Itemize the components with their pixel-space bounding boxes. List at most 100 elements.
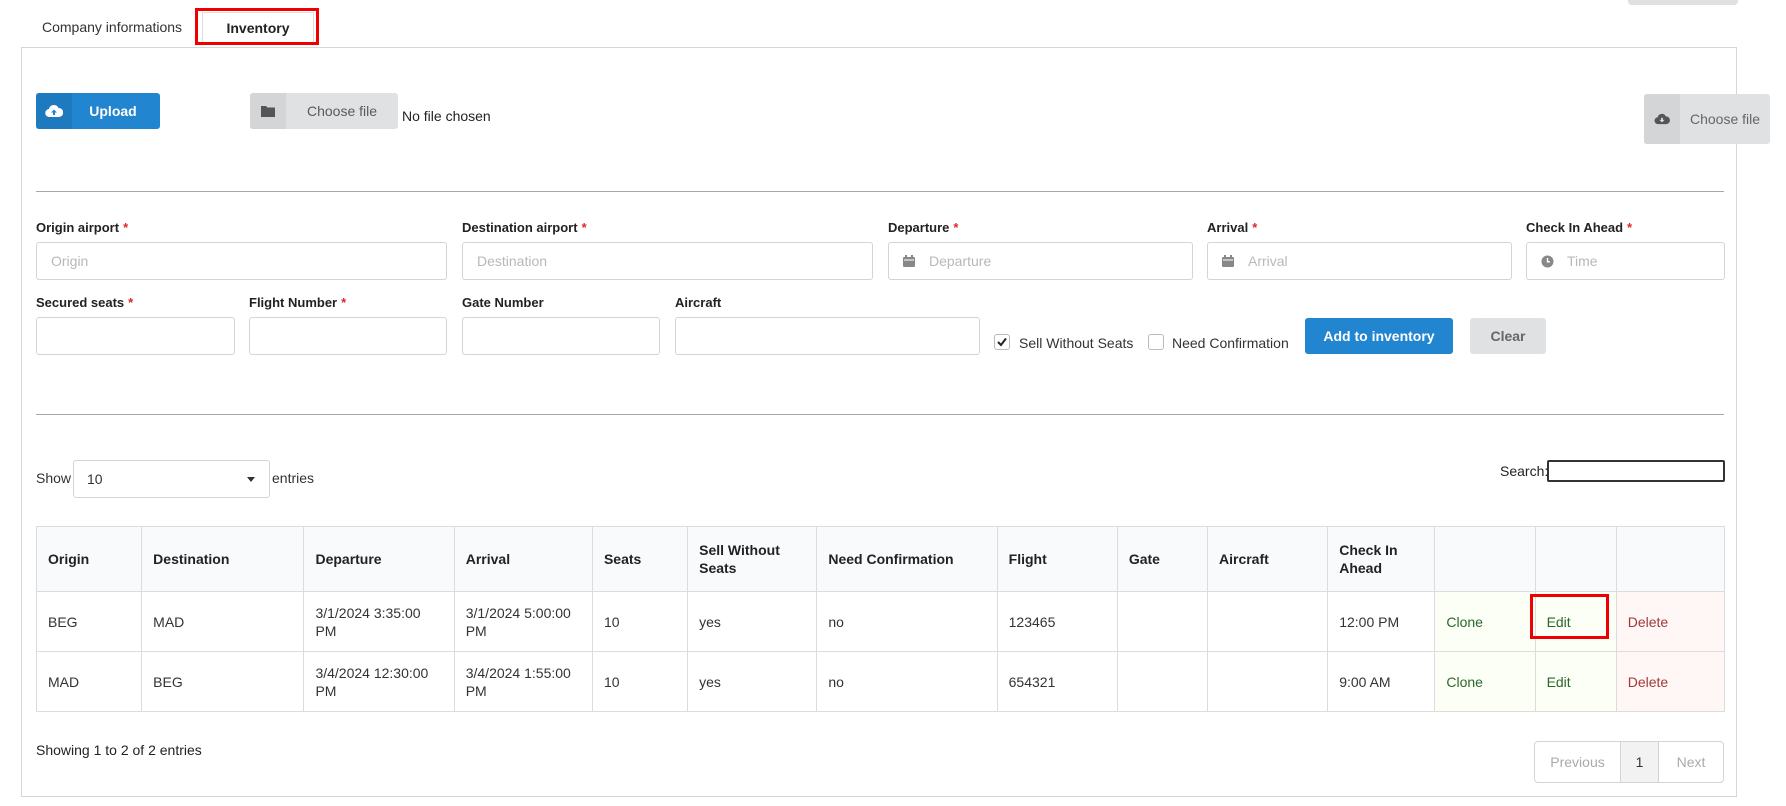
table-header-row: Origin Destination Departure Arrival Sea…: [35, 526, 1726, 592]
upload-button[interactable]: Upload: [36, 93, 160, 129]
cell-sell-without-seats: yes: [687, 651, 818, 712]
cell-origin: MAD: [35, 651, 143, 712]
tab-inventory[interactable]: Inventory: [202, 12, 314, 42]
entries-select-value: 10: [87, 471, 103, 487]
cell-sell-without-seats: yes: [687, 591, 818, 652]
top-right-button-edge[interactable]: [1628, 0, 1738, 5]
showing-entries-text: Showing 1 to 2 of 2 entries: [36, 742, 202, 758]
cell-aircraft: [1206, 591, 1329, 652]
cell-arrival: 3/4/2024 1:55:00 PM: [453, 651, 593, 712]
col-header[interactable]: Need Confirmation: [816, 526, 998, 592]
folder-icon: [250, 93, 286, 129]
col-header[interactable]: Check In Ahead: [1327, 526, 1436, 592]
cell-arrival: 3/1/2024 5:00:00 PM: [453, 591, 593, 652]
next-page-button[interactable]: Next: [1659, 742, 1723, 782]
cell-flight: 123465: [996, 591, 1118, 652]
no-file-chosen-text: No file chosen: [402, 108, 491, 124]
need-confirmation-label: Need Confirmation: [1172, 335, 1289, 351]
entries-label: entries: [272, 470, 315, 486]
cloud-upload-icon: [36, 93, 72, 129]
tab-company-informations[interactable]: Company informations: [34, 12, 190, 42]
calendar-icon: [903, 255, 917, 267]
checkmark-icon: [997, 337, 1007, 347]
cell-checkin: 9:00 AM: [1327, 651, 1436, 712]
choose-file-button[interactable]: Choose file: [250, 93, 398, 129]
col-header[interactable]: Flight: [996, 526, 1118, 592]
search-label: Search:: [1500, 463, 1549, 479]
cloud-download-icon: [1644, 94, 1680, 144]
cell-departure: 3/1/2024 3:35:00 PM: [303, 591, 455, 652]
origin-label: Origin airport *: [36, 220, 129, 235]
origin-placeholder: Origin: [51, 253, 89, 269]
col-header[interactable]: Arrival: [453, 526, 593, 592]
sell-without-seats-label: Sell Without Seats: [1019, 335, 1134, 351]
cell-need-confirmation: no: [816, 651, 998, 712]
departure-label: Departure *: [888, 220, 959, 235]
arrival-placeholder: Arrival: [1248, 253, 1288, 269]
flight-number-input[interactable]: [249, 317, 447, 355]
divider-top: [36, 191, 1724, 192]
destination-placeholder: Destination: [477, 253, 548, 269]
cell-need-confirmation: no: [816, 591, 998, 652]
cell-flight: 654321: [996, 651, 1118, 712]
page-1-button[interactable]: 1: [1621, 742, 1659, 782]
need-confirmation-checkbox[interactable]: [1148, 334, 1164, 350]
gate-number-input[interactable]: [462, 317, 660, 355]
destination-input[interactable]: Destination: [462, 242, 873, 280]
col-header: [1534, 526, 1617, 592]
edit-link[interactable]: Edit: [1534, 651, 1617, 712]
col-header[interactable]: Gate: [1116, 526, 1209, 592]
col-header[interactable]: Aircraft: [1206, 526, 1329, 592]
choose-file-right-label: Choose file: [1689, 110, 1761, 127]
origin-input[interactable]: Origin: [36, 242, 447, 280]
col-header[interactable]: Departure: [303, 526, 455, 592]
pagination: Previous 1 Next: [1534, 741, 1724, 783]
arrival-input[interactable]: Arrival: [1207, 242, 1512, 280]
choose-file-button-right[interactable]: Choose file: [1644, 94, 1770, 144]
clear-button[interactable]: Clear: [1470, 318, 1546, 354]
cell-seats: 10: [591, 591, 689, 652]
cell-departure: 3/4/2024 12:30:00 PM: [303, 651, 455, 712]
inventory-table: Origin Destination Departure Arrival Sea…: [35, 526, 1726, 712]
col-header: [1434, 526, 1536, 592]
upload-button-label: Upload: [89, 103, 137, 119]
sell-without-seats-checkbox[interactable]: [994, 334, 1010, 350]
show-label: Show: [36, 470, 72, 486]
entries-select[interactable]: 10: [73, 460, 270, 498]
secured-seats-label: Secured seats *: [36, 295, 134, 310]
cell-origin: BEG: [35, 591, 143, 652]
departure-placeholder: Departure: [929, 253, 992, 269]
previous-page-button[interactable]: Previous: [1535, 742, 1621, 782]
add-to-inventory-button[interactable]: Add to inventory: [1305, 318, 1453, 354]
cell-seats: 10: [591, 651, 689, 712]
col-header: [1615, 526, 1726, 592]
secured-seats-input[interactable]: [36, 317, 235, 355]
edit-link[interactable]: Edit: [1534, 591, 1617, 652]
cell-gate: [1116, 651, 1209, 712]
cell-destination: BEG: [141, 651, 305, 712]
col-header[interactable]: Sell Without Seats: [687, 526, 818, 592]
caret-down-icon: [247, 477, 255, 482]
col-header[interactable]: Destination: [141, 526, 305, 592]
departure-input[interactable]: Departure: [888, 242, 1193, 280]
calendar-icon: [1222, 255, 1236, 267]
cell-gate: [1116, 591, 1209, 652]
aircraft-label: Aircraft: [675, 295, 722, 310]
col-header[interactable]: Origin: [35, 526, 143, 592]
table-row: BEG MAD 3/1/2024 3:35:00 PM 3/1/2024 5:0…: [35, 591, 1726, 652]
clock-icon: [1541, 255, 1555, 268]
clone-link[interactable]: Clone: [1434, 651, 1536, 712]
aircraft-input[interactable]: [675, 317, 980, 355]
delete-link[interactable]: Delete: [1615, 591, 1726, 652]
gate-number-label: Gate Number: [462, 295, 544, 310]
col-header[interactable]: Seats: [591, 526, 689, 592]
choose-file-label: Choose file: [306, 103, 378, 119]
clone-link[interactable]: Clone: [1434, 591, 1536, 652]
checkin-input[interactable]: Time: [1526, 242, 1725, 280]
search-input[interactable]: [1547, 460, 1725, 482]
cell-checkin: 12:00 PM: [1327, 591, 1436, 652]
checkin-placeholder: Time: [1567, 253, 1598, 269]
delete-link[interactable]: Delete: [1615, 651, 1726, 712]
flight-number-label: Flight Number *: [249, 295, 347, 310]
cell-destination: MAD: [141, 591, 305, 652]
